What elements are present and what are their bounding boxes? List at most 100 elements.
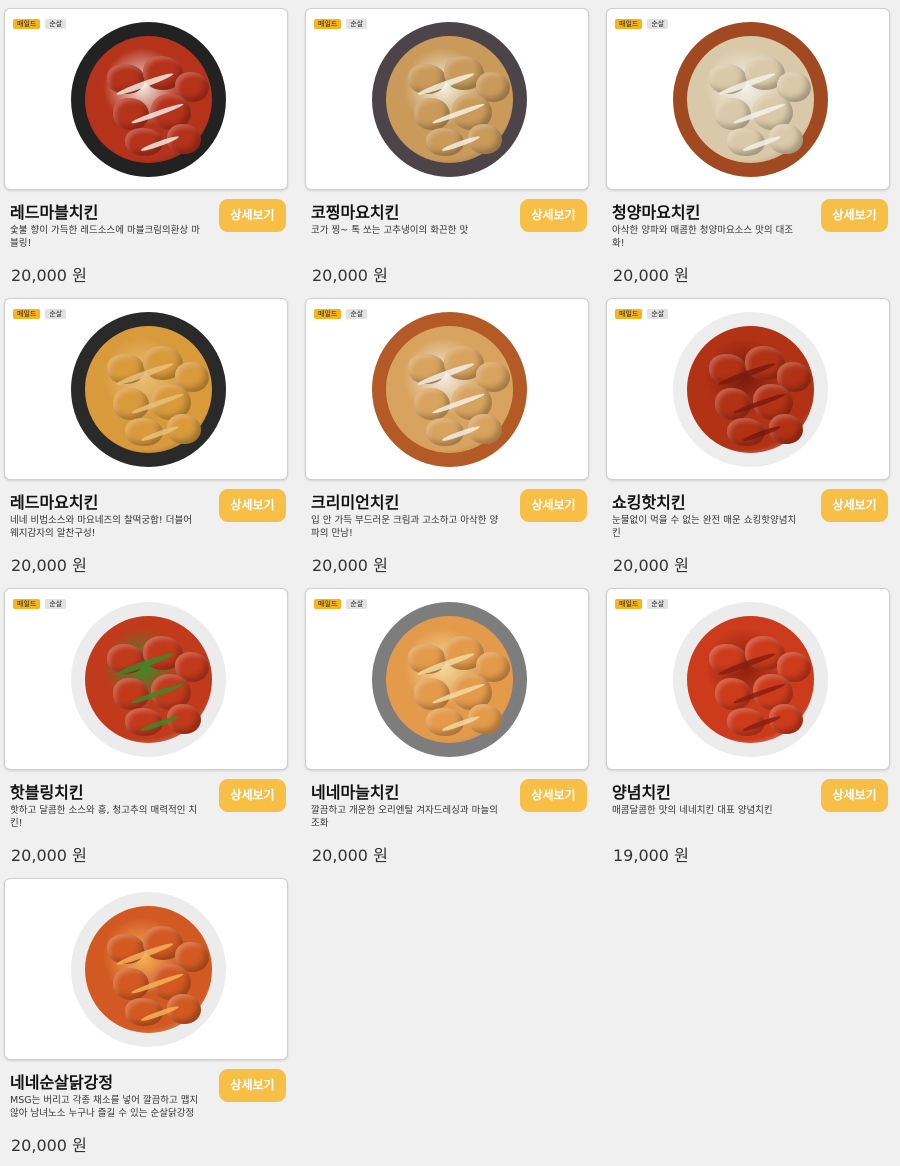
menu-card: 매일드 순살 레드마요치킨 네네 비법소스와 마요네즈의 찰떡궁합! 더블어 웨지… (0, 290, 288, 580)
chicken-piece (715, 388, 751, 420)
menu-card: 네네순살닭강정 MSG는 버리고 각종 채소를 넣어 깔끔하고 맵지 않아 남녀… (0, 870, 288, 1160)
nene-garlic-chicken-photo[interactable]: 매일드 순살 (305, 588, 589, 770)
menu-name: 청양마요치킨 (612, 203, 701, 222)
detail-button[interactable]: 상세보기 (219, 199, 286, 232)
food-area (687, 326, 814, 453)
plate (71, 892, 226, 1047)
spicy-badge: 매일드 (13, 309, 41, 319)
hot-bling-chicken-photo[interactable]: 매일드 순살 (4, 588, 288, 770)
creamy-onion-chicken-photo[interactable]: 매일드 순살 (305, 298, 589, 480)
menu-price: 20,000 원 (312, 266, 388, 285)
boneless-badge: 순살 (647, 309, 669, 319)
spicy-badge: 매일드 (13, 19, 41, 29)
chicken-piece (113, 968, 149, 1000)
menu-price: 20,000 원 (312, 556, 388, 575)
boneless-badge: 순살 (45, 309, 67, 319)
kozzing-mayo-chicken-photo[interactable]: 매일드 순살 (305, 8, 589, 190)
boneless-badge: 순살 (346, 599, 368, 609)
detail-button[interactable]: 상세보기 (821, 489, 888, 522)
yangnyeom-chicken-photo[interactable]: 매일드 순살 (606, 588, 890, 770)
menu-description: 아삭한 양파와 매콤한 청양마요소스 맛의 대조화! (612, 225, 794, 249)
chicken-piece (113, 98, 149, 130)
menu-description: 코가 찡~ 톡 쏘는 고추냉이의 화끈한 맛 (311, 225, 469, 236)
badge-group: 매일드 순살 (314, 309, 368, 319)
food-area (386, 36, 513, 163)
menu-price: 20,000 원 (11, 556, 87, 575)
food-area (386, 326, 513, 453)
plate (372, 22, 527, 177)
food-area (85, 36, 212, 163)
plate (372, 312, 527, 467)
spicy-badge: 매일드 (314, 19, 342, 29)
menu-price: 20,000 원 (11, 266, 87, 285)
chicken-piece (113, 678, 149, 710)
menu-card: 매일드 순살 쇼킹핫치킨 눈물없이 먹을 수 없는 완전 매운 쇼킹핫양념치킨 2… (602, 290, 890, 580)
food-area (85, 326, 212, 453)
shocking-hot-chicken-photo[interactable]: 매일드 순살 (606, 298, 890, 480)
menu-name: 레드마블치킨 (10, 203, 99, 222)
menu-price: 20,000 원 (11, 846, 87, 865)
detail-button[interactable]: 상세보기 (520, 199, 587, 232)
plate (673, 22, 828, 177)
detail-button[interactable]: 상세보기 (219, 1069, 286, 1102)
menu-card: 매일드 순살 청양마요치킨 아삭한 양파와 매콤한 청양마요소스 맛의 대조화! … (602, 0, 890, 290)
chicken-piece (414, 98, 450, 130)
food-area (687, 616, 814, 743)
menu-description: 네네 비법소스와 마요네즈의 찰떡궁합! 더블어 웨지감자의 알찬구성! (10, 515, 192, 539)
boneless-badge: 순살 (45, 599, 67, 609)
food-area (386, 616, 513, 743)
menu-name: 네네마늘치킨 (311, 783, 400, 802)
badge-group: 매일드 순살 (615, 599, 669, 609)
menu-description: 깔끔하고 개운한 오리엔탈 겨자드레싱과 마늘의 조화 (311, 805, 498, 829)
menu-name: 코찡마요치킨 (311, 203, 400, 222)
food-area (85, 906, 212, 1033)
chicken-piece (715, 678, 751, 710)
boneless-badge: 순살 (346, 309, 368, 319)
boneless-badge: 순살 (45, 19, 67, 29)
chicken-piece (113, 388, 149, 420)
detail-button[interactable]: 상세보기 (219, 489, 286, 522)
boneless-badge: 순살 (346, 19, 368, 29)
badge-group: 매일드 순살 (13, 599, 67, 609)
spicy-badge: 매일드 (615, 309, 643, 319)
detail-button[interactable]: 상세보기 (520, 779, 587, 812)
menu-description: 숯불 향이 가득한 레드소스에 마블크림의환상 마블링! (10, 225, 200, 249)
menu-card: 매일드 순살 레드마블치킨 숯불 향이 가득한 레드소스에 마블크림의환상 마블링… (0, 0, 288, 290)
plate (372, 602, 527, 757)
boneless-badge: 순살 (647, 19, 669, 29)
detail-button[interactable]: 상세보기 (821, 779, 888, 812)
detail-button[interactable]: 상세보기 (520, 489, 587, 522)
red-mayo-chicken-photo[interactable]: 매일드 순살 (4, 298, 288, 480)
plate (71, 312, 226, 467)
spicy-badge: 매일드 (615, 19, 643, 29)
detail-button[interactable]: 상세보기 (219, 779, 286, 812)
detail-button[interactable]: 상세보기 (821, 199, 888, 232)
menu-description: 입 안 가득 부드러운 크림과 고소하고 아삭한 양파의 만남! (311, 515, 499, 539)
badge-group: 매일드 순살 (314, 19, 368, 29)
menu-card: 매일드 순살 양념치킨 매콤달콤한 맛의 네네치킨 대표 양념치킨 19,000 … (602, 580, 890, 870)
menu-price: 20,000 원 (613, 556, 689, 575)
menu-card: 매일드 순살 크리미언치킨 입 안 가득 부드러운 크림과 고소하고 아삭한 양파… (301, 290, 589, 580)
menu-card: 매일드 순살 핫블링치킨 핫하고 달콤한 소스와 홍, 청고추의 매력적인 치킨!… (0, 580, 288, 870)
menu-description: MSG는 버리고 각종 채소를 넣어 깔끔하고 맵지 않아 남녀노소 누구나 즐… (10, 1095, 199, 1119)
chicken-piece (414, 388, 450, 420)
menu-description: 매콤달콤한 맛의 네네치킨 대표 양념치킨 (612, 805, 773, 816)
red-marble-chicken-photo[interactable]: 매일드 순살 (4, 8, 288, 190)
menu-price: 20,000 원 (11, 1136, 87, 1155)
badge-group: 매일드 순살 (13, 309, 67, 319)
menu-card: 매일드 순살 네네마늘치킨 깔끔하고 개운한 오리엔탈 겨자드레싱과 마늘의 조화… (301, 580, 589, 870)
menu-card: 매일드 순살 코찡마요치킨 코가 찡~ 톡 쏘는 고추냉이의 화끈한 맛 20,0… (301, 0, 589, 290)
menu-name: 네네순살닭강정 (10, 1073, 114, 1092)
plate (673, 312, 828, 467)
cheongyang-mayo-chicken-photo[interactable]: 매일드 순살 (606, 8, 890, 190)
menu-name: 크리미언치킨 (311, 493, 400, 512)
menu-name: 쇼킹핫치킨 (612, 493, 686, 512)
plate (673, 602, 828, 757)
menu-name: 핫블링치킨 (10, 783, 84, 802)
menu-price: 20,000 원 (613, 266, 689, 285)
spicy-badge: 매일드 (13, 599, 41, 609)
menu-grid: 매일드 순살 레드마블치킨 숯불 향이 가득한 레드소스에 마블크림의환상 마블링… (0, 0, 900, 1166)
badge-group: 매일드 순살 (615, 19, 669, 29)
chicken-piece (715, 98, 751, 130)
nene-boneless-dakgangjeong-photo[interactable] (4, 878, 288, 1060)
